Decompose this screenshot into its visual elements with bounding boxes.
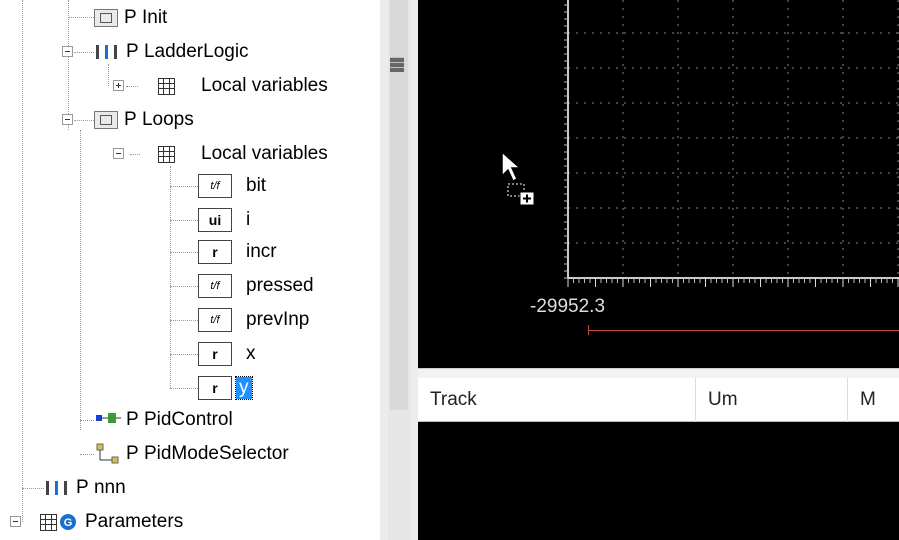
tree-item-init[interactable]: P Init xyxy=(94,2,167,34)
collapse-toggle[interactable] xyxy=(62,114,73,125)
splitter-grip-icon[interactable]: ▬ ▬ ▬ xyxy=(390,50,404,74)
tree-item-nnn[interactable]: P nnn xyxy=(44,472,126,504)
tree-item-local-variables[interactable]: Local variables xyxy=(158,70,328,102)
tree-item-variable[interactable]: r incr xyxy=(198,236,277,268)
tree-item-parameters[interactable]: G Parameters xyxy=(40,506,183,538)
bool-type-icon: t/f xyxy=(198,308,232,332)
trace-line xyxy=(588,330,899,331)
tree-item-local-variables[interactable]: Local variables xyxy=(158,138,328,170)
drag-copy-cursor-icon xyxy=(501,150,535,206)
tree-item-ladderlogic[interactable]: P LadderLogic xyxy=(94,36,249,68)
chart-grid xyxy=(564,0,899,287)
bool-type-icon: t/f xyxy=(198,274,232,298)
tree-item-pidcontrol[interactable]: P PidControl xyxy=(94,404,233,436)
track-table-body[interactable] xyxy=(418,422,899,540)
grid-icon xyxy=(158,145,175,163)
tree-item-loops[interactable]: P Loops xyxy=(94,104,194,136)
program-icon xyxy=(94,111,118,129)
horizontal-splitter[interactable] xyxy=(418,368,899,378)
parameters-icon: G xyxy=(60,514,76,530)
uint-type-icon: ui xyxy=(198,208,232,232)
panel-splitter[interactable] xyxy=(380,0,418,540)
column-header-m[interactable]: M xyxy=(848,378,899,422)
column-header-track[interactable]: Track xyxy=(418,378,696,422)
trend-chart[interactable]: -29952.3 xyxy=(418,0,899,368)
real-type-icon: r xyxy=(198,342,232,366)
real-type-icon: r xyxy=(198,240,232,264)
collapse-toggle[interactable] xyxy=(113,148,124,159)
tree-item-variable-selected[interactable]: r y xyxy=(198,372,253,404)
bool-type-icon: t/f xyxy=(198,174,232,198)
sfc-icon xyxy=(96,443,119,464)
column-header-um[interactable]: Um xyxy=(696,378,848,422)
function-block-icon xyxy=(96,413,121,423)
track-table-header: Track Um M xyxy=(418,378,899,422)
x-axis-min-label: -29952.3 xyxy=(530,296,606,317)
program-icon xyxy=(94,9,118,27)
real-type-icon: r xyxy=(198,376,232,400)
collapse-toggle[interactable] xyxy=(62,46,73,57)
project-tree: P Init P LadderLogic Local variables P L… xyxy=(0,0,380,540)
tree-item-variable[interactable]: t/f prevInp xyxy=(198,304,309,336)
ladder-icon xyxy=(44,479,70,497)
ladder-icon xyxy=(94,43,120,61)
expand-toggle[interactable] xyxy=(113,80,124,91)
collapse-toggle[interactable] xyxy=(10,516,21,527)
tree-item-variable[interactable]: ui i xyxy=(198,204,250,236)
tree-item-variable[interactable]: r x xyxy=(198,338,256,370)
tree-item-pidmodeselector[interactable]: P PidModeSelector xyxy=(94,438,289,470)
tree-item-variable[interactable]: t/f pressed xyxy=(198,270,314,302)
grid-icon xyxy=(158,77,175,95)
grid-icon xyxy=(40,513,57,531)
tree-item-variable[interactable]: t/f bit xyxy=(198,170,266,202)
svg-text:G: G xyxy=(64,517,73,529)
